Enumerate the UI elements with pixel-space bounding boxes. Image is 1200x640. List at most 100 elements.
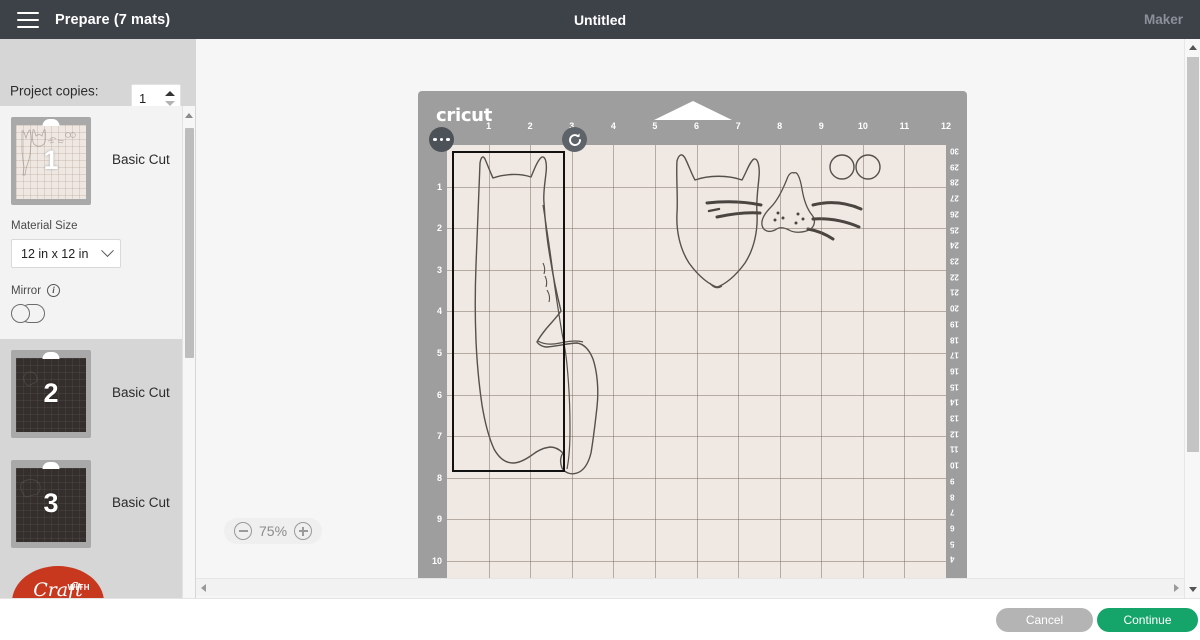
zoom-in-icon[interactable] [294, 522, 313, 540]
whisker-right-1 [811, 201, 863, 211]
ruler-right-tick: 11 [950, 444, 959, 454]
left-panel-scrollbar[interactable] [182, 106, 195, 640]
rotate-mat-icon[interactable] [562, 127, 587, 152]
cat-body-shape[interactable] [474, 156, 599, 475]
ruler-right-tick: 19 [950, 319, 959, 329]
ruler-top-tick: 4 [610, 121, 616, 131]
canvas-horizontal-scrollbar[interactable] [196, 578, 1184, 596]
ruler-right-tick: 18 [950, 335, 959, 344]
ruler-top-tick: 12 [940, 121, 952, 131]
project-copies-label: Project copies: [10, 83, 99, 99]
ruler-left-tick: 3 [436, 264, 442, 275]
mat-more-options-icon[interactable] [429, 127, 454, 152]
ruler-right-tick: 13 [950, 413, 959, 423]
grid-line-vertical [904, 145, 906, 588]
ruler-top-tick: 8 [777, 121, 783, 131]
grid-line-horizontal [447, 269, 946, 271]
ruler-right-tick: 15 [950, 382, 959, 392]
scroll-right-icon[interactable] [1174, 583, 1179, 592]
ruler-top-tick: 11 [899, 121, 910, 131]
grid-line-vertical [779, 145, 781, 588]
grid-line-horizontal [447, 519, 946, 521]
hamburger-icon[interactable] [17, 11, 39, 28]
zoom-level-value: 75% [259, 523, 288, 539]
mat-list-item-3[interactable]: 3 Basic Cut [0, 449, 183, 559]
ruler-top-tick: 9 [818, 121, 824, 131]
muzzle-dot [801, 217, 805, 221]
mat-options-panel: Material Size 12 in x 12 in Mirror i [0, 216, 183, 339]
stepper-increment-icon[interactable] [164, 91, 175, 96]
cat-muzzle-shape [761, 172, 816, 233]
ruler-left-tick: 5 [436, 347, 442, 358]
ruler-right: 30 29 28 27 26 25 24 23 22 21 20 19 18 17 16 15 14 13 12 11… [946, 145, 967, 588]
mat-thumbnail-1: 1 [11, 117, 91, 205]
grid-line-vertical [862, 145, 864, 588]
cat-eyes-group[interactable] [829, 154, 881, 180]
ruler-left-tick: 2 [436, 223, 442, 234]
ruler-right-tick: 20 [950, 303, 959, 313]
ruler-right-tick: 7 [950, 507, 955, 517]
vertical-scrollbar-thumb[interactable] [1187, 57, 1199, 452]
mirror-toggle[interactable] [11, 304, 45, 323]
material-size-label: Material Size [11, 220, 78, 232]
info-icon[interactable]: i [47, 284, 61, 297]
mat-list-item-2[interactable]: 2 Basic Cut [0, 339, 183, 449]
page-vertical-scrollbar[interactable] [1184, 39, 1200, 598]
muzzle-dot [794, 221, 798, 225]
scroll-up-icon[interactable] [185, 113, 193, 118]
cat-head-shape[interactable] [676, 154, 760, 288]
ruler-right-tick: 10 [950, 460, 959, 470]
ruler-right-tick: 24 [950, 240, 959, 250]
cancel-button[interactable]: Cancel [996, 608, 1093, 632]
continue-button[interactable]: Continue [1097, 608, 1198, 632]
mat-grid[interactable] [447, 145, 946, 588]
zoom-control: 75% [224, 518, 323, 544]
zoom-out-icon[interactable] [234, 522, 252, 540]
ruler-top-tick: 2 [527, 121, 533, 131]
page-title: Prepare (7 mats) [55, 11, 171, 28]
ruler-right-tick: 28 [950, 177, 959, 187]
scrollbar-thumb[interactable] [185, 128, 194, 358]
ruler-right-tick: 12 [950, 429, 959, 439]
top-bar: Prepare (7 mats) Untitled Maker [0, 0, 1200, 39]
ruler-left-tick: 8 [436, 472, 442, 483]
ruler-top-tick: 10 [857, 121, 868, 131]
copies-value[interactable]: 1 [132, 91, 163, 106]
project-title: Untitled [573, 11, 627, 28]
ruler-left-tick: 7 [436, 431, 442, 442]
mat-list-item-1[interactable]: 1 Basic Cut [0, 106, 183, 216]
ruler-right-tick: 22 [950, 272, 959, 282]
cutting-mat[interactable]: cricut 1 2 3 4 5 6 7 8 9 10 11 12 1 2 3 4 5 6 7 8 9 10 30 29 2… [418, 91, 967, 588]
grid-line-horizontal [447, 186, 946, 188]
ruler-top: 1 2 3 4 5 6 7 8 9 10 11 12 [418, 121, 967, 145]
cricut-logo: cricut [436, 105, 493, 126]
mat-thumbnail-3: 3 [11, 460, 91, 548]
muzzle-dot [796, 212, 800, 216]
cat-eye-right[interactable] [855, 154, 881, 180]
ruler-top-tick: 5 [652, 121, 658, 131]
ruler-right-tick: 30 [950, 146, 959, 156]
project-copies-row: Project copies: 1 Apply [0, 39, 196, 134]
ruler-right-tick: 5 [950, 539, 955, 549]
ruler-left-tick: 6 [436, 389, 442, 400]
ruler-right-tick: 16 [950, 366, 959, 376]
left-panel: Project copies: 1 Apply [0, 39, 196, 640]
scroll-left-icon[interactable] [201, 583, 206, 592]
ruler-right-tick: 26 [950, 209, 959, 219]
scroll-down-icon[interactable] [1188, 587, 1197, 592]
grid-line-horizontal [447, 436, 946, 438]
machine-name[interactable]: Maker [1144, 12, 1183, 27]
ruler-top-tick: 1 [486, 121, 492, 131]
ruler-top-tick: 6 [693, 121, 700, 131]
ruler-right-tick: 4 [950, 554, 955, 564]
ruler-top-tick: 7 [735, 121, 741, 131]
grid-line-horizontal [447, 560, 946, 562]
grid-line-vertical [571, 145, 573, 588]
ruler-left: 1 2 3 4 5 6 7 8 9 10 [418, 145, 447, 588]
scroll-up-icon[interactable] [1188, 45, 1197, 50]
mat-number-3: 3 [43, 487, 59, 518]
cat-eye-left[interactable] [829, 154, 855, 180]
mat-canvas-area[interactable]: cricut 1 2 3 4 5 6 7 8 9 10 11 12 1 2 3 4 5 6 7 8 9 10 30 29 2… [196, 39, 1200, 600]
grid-line-vertical [696, 145, 698, 588]
material-size-select[interactable]: 12 in x 12 in [11, 239, 121, 268]
